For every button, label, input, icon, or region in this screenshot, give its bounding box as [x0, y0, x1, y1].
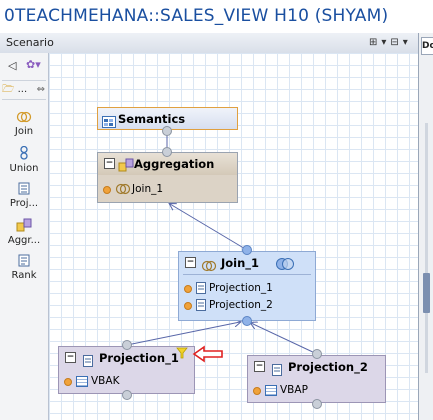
filter-icon[interactable]	[176, 347, 188, 363]
join-input-label: Projection_2	[209, 299, 273, 311]
projection2-node[interactable]: − Projection_2 VBAP	[247, 355, 386, 403]
join-input-row[interactable]: Projection_1	[179, 280, 315, 297]
collapse-toggle-icon[interactable]: −	[185, 257, 196, 268]
semantics-title: Semantics	[118, 112, 186, 126]
projection-icon	[0, 182, 48, 198]
input-dot-icon	[103, 186, 111, 194]
aggregation-icon	[0, 218, 48, 235]
tool-label: Aggr...	[7, 235, 41, 246]
palette-nav: ◁ ✿▾	[2, 56, 46, 76]
right-panel-tab[interactable]: Do	[421, 37, 433, 55]
projection2-table-label: VBAP	[280, 384, 308, 396]
tool-aggregation[interactable]: Aggr...	[0, 218, 48, 246]
projection1-table-row[interactable]: VBAK	[59, 373, 194, 390]
projection2-output-port[interactable]	[312, 349, 322, 359]
tool-union[interactable]: Union	[0, 145, 48, 174]
palette-folder[interactable]: 🗁 ... ⇔	[2, 80, 46, 100]
input-dot-icon	[253, 387, 261, 395]
semantics-input-port[interactable]	[162, 126, 172, 136]
highlight-arrow-icon	[192, 345, 223, 363]
projection-icon	[83, 352, 93, 374]
projection-icon	[196, 299, 206, 317]
join-input-label: Projection_1	[209, 282, 273, 294]
scrollbar-thumb[interactable]	[423, 273, 430, 313]
join-icon	[201, 257, 217, 279]
collapse-toggle-icon[interactable]: −	[65, 352, 76, 363]
tool-projection[interactable]: Proj...	[0, 182, 48, 209]
join-node[interactable]: − Join_1 Projection_1 Projection_2	[178, 251, 316, 321]
projection1-table-label: VBAK	[91, 375, 120, 387]
tool-join[interactable]: Join	[0, 111, 48, 137]
projection1-output-port[interactable]	[122, 340, 132, 350]
tool-label: Join	[14, 126, 34, 137]
collapse-toggle-icon[interactable]: −	[104, 158, 115, 169]
tool-label: Proj...	[9, 198, 39, 209]
tool-label: Rank	[11, 270, 37, 281]
aggregation-input-label: Join_1	[132, 183, 164, 195]
right-panel-strip: Do	[418, 33, 433, 420]
collapse-icon[interactable]: ⊟▾	[390, 37, 411, 48]
aggregation-node[interactable]: − Aggregation Join_1	[97, 152, 238, 203]
join-icon	[0, 111, 48, 126]
back-arrow-icon[interactable]: ◁	[8, 59, 16, 72]
header-toolbar-icons: ⊞▾⊟▾	[369, 33, 412, 53]
join-output-port[interactable]	[242, 245, 252, 255]
folder-icon: 🗁	[2, 84, 15, 95]
projection2-title: Projection_2	[288, 360, 368, 374]
projection2-input-port[interactable]	[312, 399, 322, 409]
aggregation-icon	[118, 157, 134, 179]
aggregation-title: Aggregation	[134, 157, 215, 171]
scenario-label: Scenario	[6, 36, 54, 49]
input-dot-icon	[184, 285, 192, 293]
join-title: Join_1	[221, 256, 260, 270]
window-title: 0TEACHMEHANA::SALES_VIEW H10 (SHYAM)	[0, 0, 433, 32]
vertical-scrollbar[interactable]	[425, 123, 428, 373]
scenario-header: Scenario ⊞▾⊟▾	[0, 33, 418, 54]
aggregation-output-port[interactable]	[162, 147, 172, 157]
aggregation-input-row[interactable]: Join_1	[98, 181, 237, 198]
projection-icon	[272, 361, 282, 383]
projection1-node[interactable]: − Projection_1 VBAK	[58, 346, 195, 394]
folder-label: ...	[17, 84, 28, 95]
collapse-toggle-icon[interactable]: −	[254, 361, 265, 372]
input-dot-icon	[64, 378, 72, 386]
input-dot-icon	[184, 302, 192, 310]
sync-icon[interactable]: ⇔	[37, 81, 45, 99]
table-icon	[76, 376, 88, 387]
projection2-table-row[interactable]: VBAP	[248, 382, 385, 399]
join-input-row[interactable]: Projection_2	[179, 297, 315, 314]
union-icon	[0, 145, 48, 163]
join-icon	[115, 183, 131, 201]
join-input-port[interactable]	[242, 316, 252, 326]
tool-rank[interactable]: Rank	[0, 254, 48, 281]
projection1-input-port[interactable]	[122, 390, 132, 400]
tool-label: Union	[9, 163, 39, 174]
semantics-icon	[102, 113, 116, 135]
join-type-icon[interactable]	[275, 256, 295, 278]
palette-settings-icon[interactable]: ✿▾	[26, 58, 41, 71]
tool-palette: ◁ ✿▾ 🗁 ... ⇔ Join Union Proj... Aggr... …	[0, 53, 49, 420]
rank-icon	[0, 254, 48, 270]
table-icon	[265, 385, 277, 396]
zoom-icon[interactable]: ⊞▾	[369, 37, 390, 48]
projection1-title: Projection_1	[99, 351, 179, 365]
